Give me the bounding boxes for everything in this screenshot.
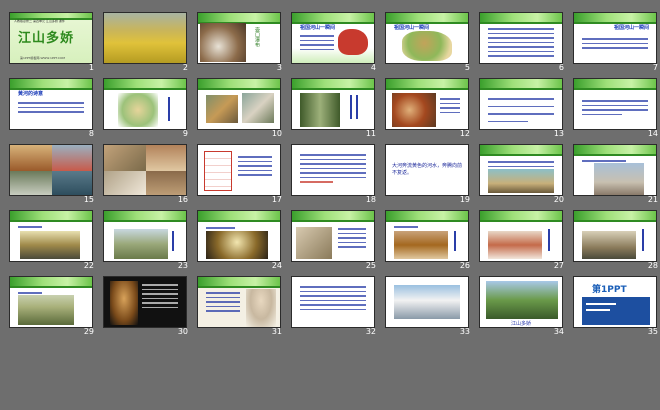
slide-thumbnail-14[interactable]: 14 (573, 78, 658, 138)
slide-thumbnail-30[interactable]: 30 (103, 276, 188, 336)
slide-thumbnail-12[interactable]: 12 (385, 78, 470, 138)
slide-number: 27 (553, 261, 564, 270)
slide-number: 14 (647, 129, 658, 138)
slide-1-footer: 第1PPT模板网-WWW.1PPT.COM (20, 56, 65, 60)
slide-thumbnail-29[interactable]: 29 (9, 276, 94, 336)
slide-thumbnail-13[interactable]: 13 (479, 78, 564, 138)
slide-thumbnail-10[interactable]: 10 (197, 78, 282, 138)
slide-19-text: 大河奔流黄色的河水，奔腾向前不复返。 (392, 163, 463, 176)
slide-number: 2 (182, 63, 188, 72)
slide-thumbnail-20[interactable]: 20 (479, 144, 564, 204)
slide-number: 13 (553, 129, 564, 138)
slide-number: 5 (464, 63, 470, 72)
slide-number: 30 (177, 327, 188, 336)
slide-thumbnail-15[interactable]: 15 (9, 144, 94, 204)
slide-number: 6 (558, 63, 564, 72)
slide-number: 10 (271, 129, 282, 138)
slide-thumbnail-3[interactable]: 壶口瀑布 3 (197, 12, 282, 72)
slide-number: 9 (182, 129, 188, 138)
slide-number: 25 (365, 261, 376, 270)
slide-thumbnail-8[interactable]: 黄河的诗意 8 (9, 78, 94, 138)
slide-thumbnail-9[interactable]: 9 (103, 78, 188, 138)
slide-4-title: 祖国河山一瞬间 (300, 25, 336, 31)
slide-number: 4 (370, 63, 376, 72)
slide-thumbnail-7[interactable]: 祖国河山一瞬间 7 (573, 12, 658, 72)
slide-number: 3 (276, 63, 282, 72)
slide-thumbnail-26[interactable]: 26 (385, 210, 470, 270)
slide-thumbnail-31[interactable]: 31 (197, 276, 282, 336)
slide-7-title: 祖国河山一瞬间 (614, 25, 650, 31)
slide-thumbnail-19[interactable]: 大河奔流黄色的河水，奔腾向前不复返。 19 (385, 144, 470, 204)
slide-8-title: 黄河的诗意 (18, 91, 44, 97)
slide-number: 34 (553, 327, 564, 336)
slide-number: 8 (88, 129, 94, 138)
slide-thumbnail-33[interactable]: 33 (385, 276, 470, 336)
slide-thumbnail-22[interactable]: 22 (9, 210, 94, 270)
slide-thumbnail-35[interactable]: 第1PPT 35 (573, 276, 658, 336)
slide-thumbnail-5[interactable]: 祖国河山一瞬间 5 (385, 12, 470, 72)
slide-thumbnail-34[interactable]: 江山多娇 34 (479, 276, 564, 336)
slide-number: 24 (271, 261, 282, 270)
slide-3-caption: 壶口瀑布 (254, 27, 260, 47)
slide-number: 26 (459, 261, 470, 270)
slide-number: 29 (83, 327, 94, 336)
slide-5-title: 祖国河山一瞬间 (394, 25, 430, 31)
slide-thumbnail-1[interactable]: 人教版必修二 第四单元 江山多娇 课件 江山多娇 第1PPT模板网-WWW.1P… (9, 12, 94, 72)
slide-number: 31 (271, 327, 282, 336)
slide-1-header: 人教版必修二 第四单元 江山多娇 课件 (14, 19, 65, 23)
slide-number: 7 (652, 63, 658, 72)
slide-number: 23 (177, 261, 188, 270)
slide-number: 28 (647, 261, 658, 270)
slide-number: 1 (88, 63, 94, 72)
slide-number: 32 (365, 327, 376, 336)
slide-number: 35 (647, 327, 658, 336)
slide-1-title: 江山多娇 (18, 31, 75, 46)
slide-number: 20 (553, 195, 564, 204)
slide-thumbnail-23[interactable]: 23 (103, 210, 188, 270)
slide-thumbnail-2[interactable]: 2 (103, 12, 188, 72)
slide-number: 18 (365, 195, 376, 204)
slide-thumbnail-11[interactable]: 11 (291, 78, 376, 138)
slide-thumbnail-18[interactable]: 18 (291, 144, 376, 204)
slide-thumbnail-32[interactable]: 32 (291, 276, 376, 336)
slide-number: 17 (271, 195, 282, 204)
slide-number: 22 (83, 261, 94, 270)
slide-number: 15 (83, 195, 94, 204)
slide-thumbnail-16[interactable]: 16 (103, 144, 188, 204)
slide-thumbnail-24[interactable]: 24 (197, 210, 282, 270)
slide-number: 16 (177, 195, 188, 204)
slide-number: 21 (647, 195, 658, 204)
slide-number: 12 (459, 129, 470, 138)
slide-number: 33 (459, 327, 470, 336)
slide-thumbnail-27[interactable]: 27 (479, 210, 564, 270)
slide-thumbnail-28[interactable]: 28 (573, 210, 658, 270)
slide-35-brand: 第1PPT (592, 285, 627, 295)
slide-thumbnail-4[interactable]: 祖国河山一瞬间 4 (291, 12, 376, 72)
slide-number: 11 (365, 129, 376, 138)
slide-thumbnail-6[interactable]: 6 (479, 12, 564, 72)
slide-34-caption: 江山多娇 (510, 321, 531, 327)
slide-thumbnail-21[interactable]: 21 (573, 144, 658, 204)
slide-number: 19 (459, 195, 470, 204)
slide-thumbnail-25[interactable]: 25 (291, 210, 376, 270)
slide-thumbnail-17[interactable]: 17 (197, 144, 282, 204)
slide-sorter-grid: 人教版必修二 第四单元 江山多娇 课件 江山多娇 第1PPT模板网-WWW.1P… (0, 0, 660, 410)
